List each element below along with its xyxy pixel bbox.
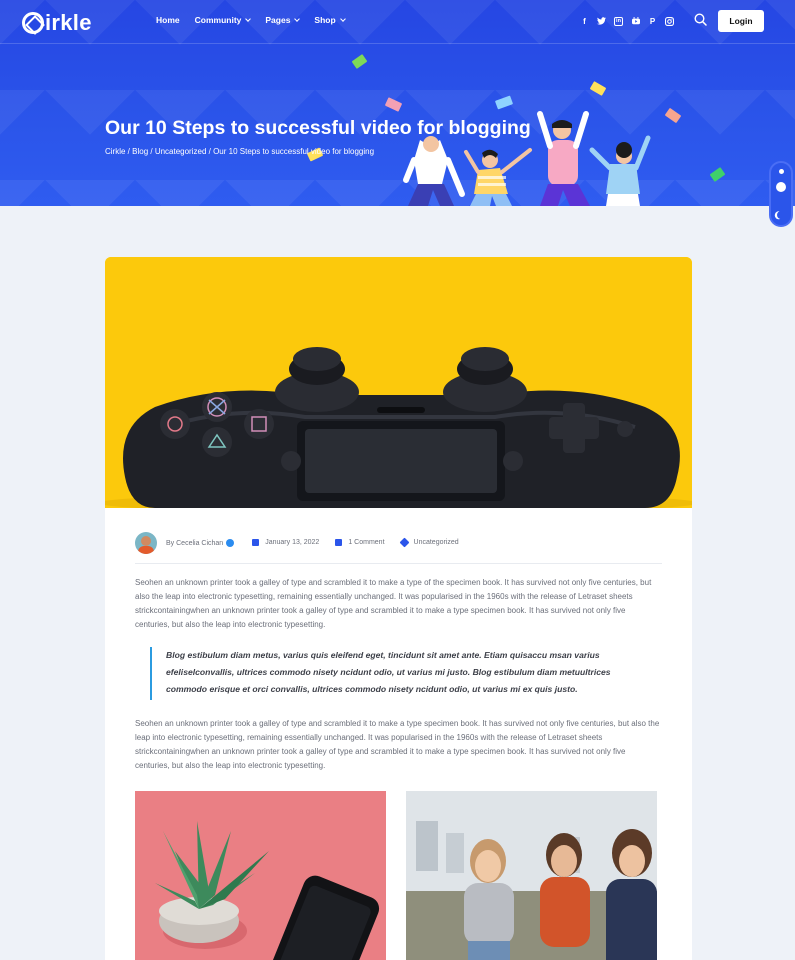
post-comments-text: 1 Comment (348, 539, 385, 546)
hero-banner: irkle Home Community Pages Shop f in P L (0, 0, 795, 206)
celebrating-people-illustration (403, 111, 651, 206)
breadcrumb-current: Our 10 Steps to successful video for blo… (213, 147, 375, 156)
instagram-icon[interactable] (661, 14, 678, 28)
nav-item-pages[interactable]: Pages (265, 15, 301, 25)
login-button[interactable]: Login (718, 10, 764, 32)
post-category[interactable]: Uncategorized (399, 537, 459, 548)
chevron-down-icon (339, 16, 346, 22)
post-author[interactable]: By Cecelia Cichan (166, 539, 235, 547)
logo-mark-icon (22, 12, 44, 34)
nav-label: Home (156, 15, 180, 25)
sun-icon (779, 169, 784, 174)
nav-label: Pages (265, 15, 291, 25)
blog-post-card: By Cecelia Cichan January 13, 2022 1 Com… (105, 257, 692, 960)
linkedin-icon[interactable]: in (610, 14, 627, 28)
comment-icon (335, 539, 343, 546)
verified-icon (226, 539, 235, 547)
breadcrumb: Cirkle / Blog / Uncategorized / Our 10 S… (105, 147, 374, 156)
tag-icon (399, 537, 409, 548)
author-name: Cecelia Cichan (176, 539, 224, 547)
breadcrumb-home[interactable]: Cirkle (105, 147, 125, 156)
search-icon[interactable] (694, 13, 707, 26)
logo-text: irkle (45, 10, 92, 35)
nav-item-community[interactable]: Community (194, 15, 252, 25)
nav-item-home[interactable]: Home (156, 15, 180, 25)
post-paragraph-1: Seohen an unknown printer took a galley … (135, 578, 652, 629)
twitter-icon[interactable] (593, 14, 610, 28)
post-category-text: Uncategorized (413, 539, 459, 546)
author-prefix: By (166, 539, 175, 547)
post-image-plant-phone (135, 791, 386, 960)
youtube-icon[interactable] (627, 14, 644, 28)
facebook-icon[interactable]: f (576, 14, 593, 28)
post-date: January 13, 2022 (252, 539, 319, 546)
social-links: f in P (576, 14, 678, 28)
main-nav: Home Community Pages Shop (156, 15, 360, 25)
post-meta-bar: By Cecelia Cichan January 13, 2022 1 Com… (135, 532, 662, 564)
breadcrumb-category[interactable]: Uncategorized (155, 147, 207, 156)
post-paragraph-2: Seohen an unknown printer took a galley … (135, 719, 660, 770)
featured-image-gamepad (105, 257, 692, 508)
site-logo[interactable]: irkle (22, 10, 92, 35)
top-navbar: irkle Home Community Pages Shop f in P L (0, 0, 795, 44)
post-blockquote: Blog estibulum diam metus, varius quis e… (150, 647, 630, 700)
calendar-icon (252, 539, 260, 546)
chevron-down-icon (245, 16, 252, 22)
nav-label: Shop (314, 15, 336, 25)
toggle-knob (776, 182, 786, 192)
breadcrumb-blog[interactable]: Blog (132, 147, 148, 156)
author-avatar[interactable] (135, 532, 157, 554)
breadcrumb-separator: / (148, 147, 155, 156)
pinterest-icon[interactable]: P (644, 14, 661, 28)
nav-label: Community (194, 15, 242, 25)
chevron-down-icon (294, 16, 301, 22)
post-comments[interactable]: 1 Comment (335, 539, 385, 546)
theme-toggle-switch[interactable] (769, 161, 793, 227)
post-date-text: January 13, 2022 (265, 539, 320, 546)
linkedin-glyph: in (614, 16, 623, 26)
post-image-friends (406, 791, 657, 960)
moon-icon (776, 210, 786, 220)
nav-item-shop[interactable]: Shop (314, 15, 346, 25)
